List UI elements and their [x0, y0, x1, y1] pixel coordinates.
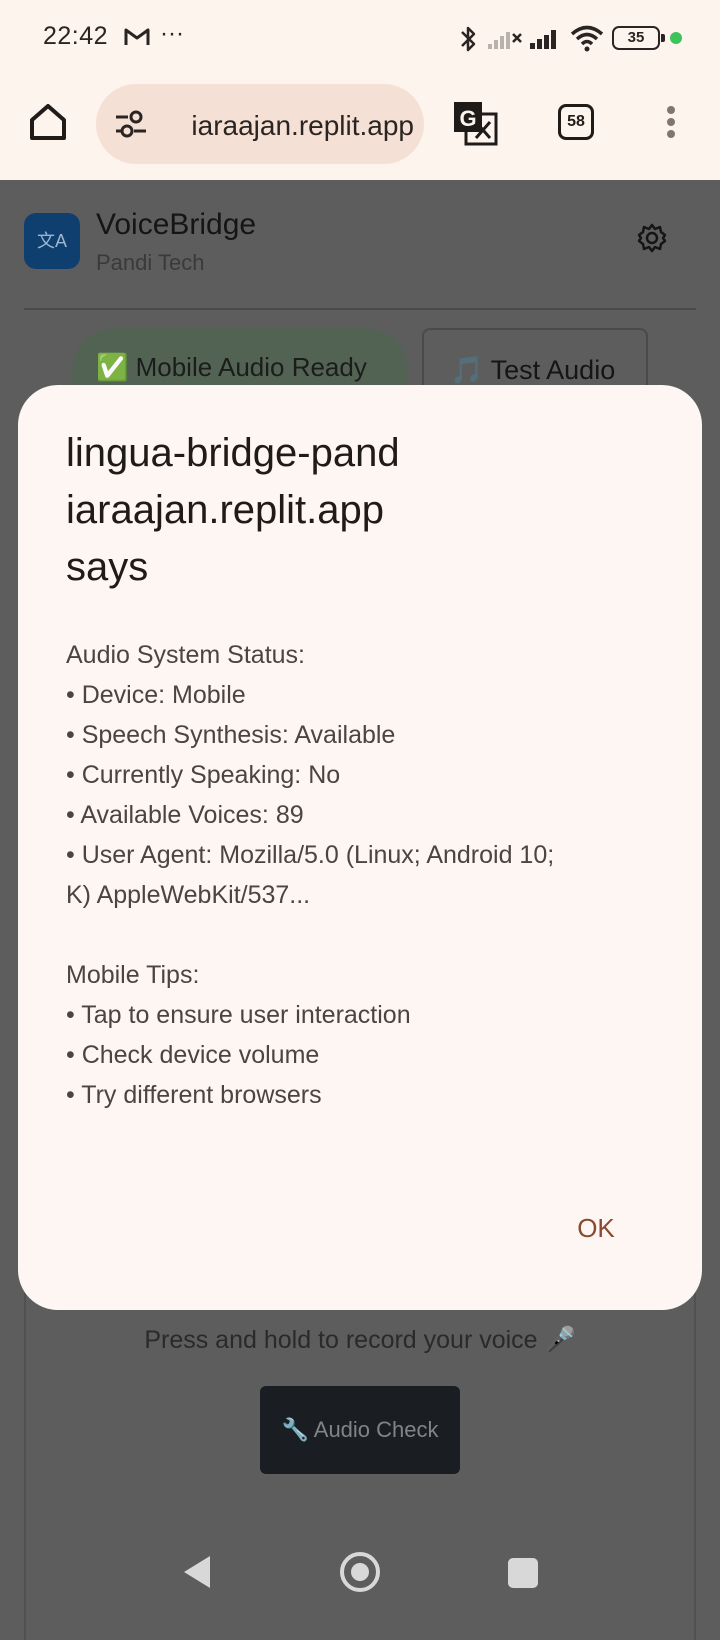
message-line: • Speech Synthesis: Available: [66, 721, 396, 749]
dialog-message: Audio System Status: • Device: Mobile • …: [66, 635, 666, 1115]
message-line: • Check device volume: [66, 1041, 320, 1069]
message-line: [66, 915, 666, 955]
app-subtitle: Pandi Tech: [96, 250, 205, 275]
app-title: VoiceBridge: [96, 208, 257, 241]
message-line: • Tap to ensure user interaction: [66, 1001, 411, 1029]
ok-button[interactable]: OK: [556, 1203, 636, 1253]
address-bar[interactable]: iaraajan.replit.app: [96, 84, 424, 164]
signal-icon: [530, 30, 556, 49]
app-logo: 文A: [24, 213, 80, 269]
url-text: iaraajan.replit.app: [191, 110, 414, 141]
dialog-title-line: lingua-bridge-pand: [66, 431, 400, 475]
bluetooth-icon: [461, 26, 476, 52]
svg-text:G: G: [459, 106, 476, 131]
battery-icon: 35: [612, 26, 665, 50]
more-notifications-icon: ···: [160, 20, 184, 47]
dialog-title-line: says: [66, 545, 149, 589]
recents-icon[interactable]: [508, 1558, 538, 1588]
site-settings-icon[interactable]: [114, 108, 148, 140]
message-line: • Currently Speaking: No: [66, 761, 341, 789]
message-line: • User Agent: Mozilla/5.0 (Linux; Androi…: [66, 841, 555, 869]
overflow-menu-icon[interactable]: [656, 102, 686, 142]
system-nav-bar: [0, 1510, 720, 1640]
message-line: K) AppleWebKit/537...: [66, 881, 311, 909]
home-nav-icon[interactable]: [340, 1552, 380, 1592]
message-line: • Device: Mobile: [66, 681, 246, 709]
wifi-icon: [570, 25, 604, 52]
back-icon[interactable]: [182, 1554, 212, 1590]
gear-icon[interactable]: [636, 222, 668, 254]
message-line: Audio System Status:: [66, 641, 306, 669]
audio-check-button[interactable]: 🔧 Audio Check: [260, 1386, 460, 1474]
status-bar: 22:42 ··· 35: [0, 0, 720, 78]
home-icon[interactable]: [26, 100, 70, 144]
header-divider: [24, 308, 696, 310]
alert-dialog: lingua-bridge-pand iaraajan.replit.app s…: [18, 385, 702, 1310]
tab-switcher-button[interactable]: 58: [558, 104, 594, 140]
message-line: • Available Voices: 89: [66, 801, 304, 829]
message-line: • Try different browsers: [66, 1081, 322, 1109]
translate-icon[interactable]: G: [452, 100, 498, 146]
message-line: Mobile Tips:: [66, 961, 200, 989]
dialog-title-line: iaraajan.replit.app: [66, 488, 384, 532]
record-hint: Press and hold to record your voice 🎤: [144, 1326, 576, 1354]
dialog-title: lingua-bridge-pand iaraajan.replit.app s…: [66, 425, 466, 596]
status-time: 22:42: [43, 22, 109, 50]
camera-indicator-dot: [670, 32, 682, 44]
signal-weak-icon: [488, 32, 522, 49]
browser-toolbar: iaraajan.replit.app G 58: [0, 78, 720, 180]
gmail-icon: [124, 28, 150, 45]
